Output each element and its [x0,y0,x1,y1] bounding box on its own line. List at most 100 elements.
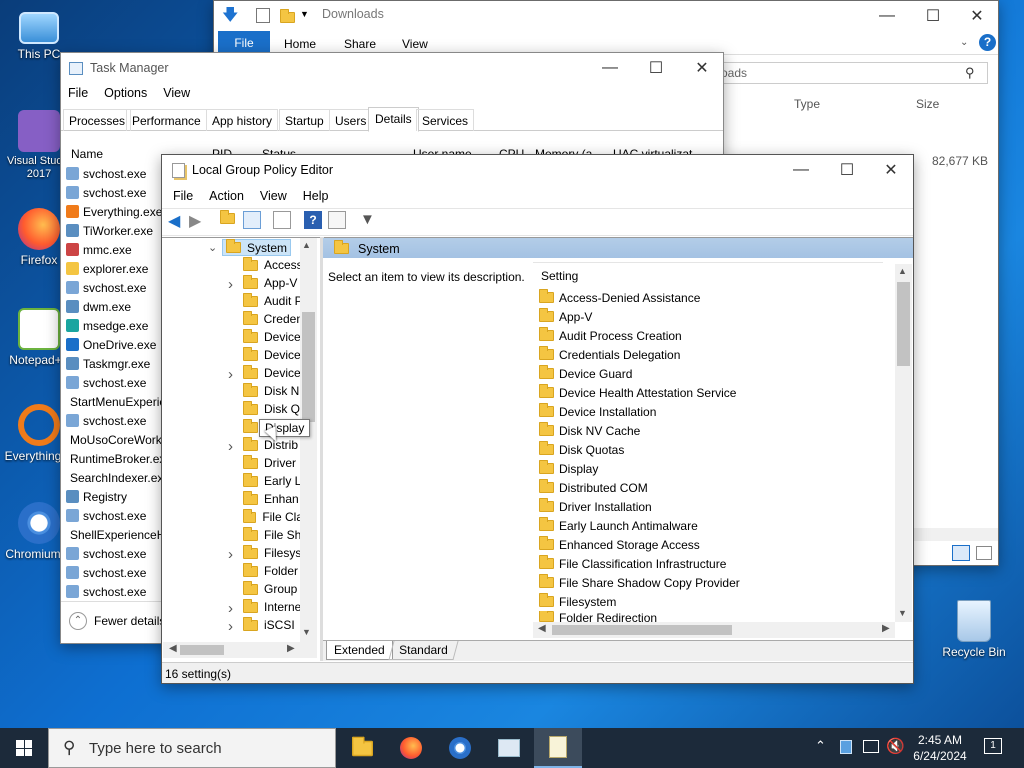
tree-item[interactable]: File Sh [243,526,303,544]
process-row[interactable]: RuntimeBroker.exe [66,449,166,468]
process-row[interactable]: svchost.exe [66,183,166,202]
expand-chevron-icon[interactable]: › [228,546,233,563]
tree-item[interactable]: Enhan [243,490,303,508]
process-row[interactable]: MoUsoCoreWorker.exe [66,430,166,449]
setting-row[interactable]: Folder Redirection [539,611,657,622]
properties-icon[interactable] [256,8,270,23]
explorer-minimize-button[interactable]: — [864,1,910,31]
tree-item[interactable]: Creden [243,310,303,328]
volume-muted-icon[interactable]: 🔇 [886,737,905,755]
setting-row[interactable]: Device Installation [539,402,656,421]
tree-item[interactable]: Folder [243,562,303,580]
back-icon[interactable]: ◀ [168,211,186,230]
gpe-menu-help[interactable]: Help [303,189,329,203]
process-row[interactable]: svchost.exe [66,278,166,297]
setting-row[interactable]: Display [539,459,598,478]
help-book-icon[interactable]: ? [304,211,322,229]
tab-app-history[interactable]: App history [206,109,279,131]
process-row[interactable]: svchost.exe [66,373,166,392]
setting-row[interactable]: Early Launch Antimalware [539,516,698,535]
tree-root-system[interactable]: System [222,239,292,256]
process-row[interactable]: explorer.exe [66,259,166,278]
column-header-size[interactable]: Size [916,97,939,111]
export-list-icon[interactable] [273,211,291,229]
process-row[interactable]: svchost.exe [66,582,166,601]
scroll-left-icon[interactable]: ◀ [169,643,177,654]
tree-item[interactable]: Disk Q [243,400,303,418]
setting-row[interactable]: Disk NV Cache [539,421,640,440]
setting-row[interactable]: Credentials Delegation [539,345,680,364]
taskbar-search-box[interactable]: ⚲ Type here to search [48,728,336,768]
qat-dropdown-icon[interactable]: ▼ [300,9,309,19]
setting-row[interactable]: Distributed COM [539,478,648,497]
scroll-up-icon[interactable]: ▲ [898,266,907,276]
process-row[interactable]: svchost.exe [66,506,166,525]
tree-item[interactable]: Filesys [243,544,303,562]
expanded-chevron-icon[interactable]: ⌄ [208,241,217,254]
taskbar-file-explorer[interactable] [338,728,386,768]
show-hide-tree-icon[interactable] [243,211,261,229]
tm-close-button[interactable]: ✕ [679,53,723,83]
tree-item[interactable]: Access [243,256,303,274]
tree-item[interactable]: Group [243,580,303,598]
expand-chevron-icon[interactable]: › [228,438,233,455]
process-row[interactable]: StartMenuExperienceHost.exe [66,392,166,411]
scroll-right-icon[interactable]: ▶ [287,643,295,654]
explorer-maximize-button[interactable]: ☐ [910,1,956,31]
quick-folder-icon[interactable] [280,9,295,24]
tab-processes[interactable]: Processes [63,109,132,131]
ribbon-expand-icon[interactable]: ⌄ [960,37,968,48]
tree-item[interactable]: App-V [243,274,303,292]
tree-item[interactable]: Device [243,364,303,382]
setting-row[interactable]: Access-Denied Assistance [539,288,700,307]
tree-vscrollbar[interactable] [300,238,317,642]
expand-chevron-icon[interactable]: › [228,276,233,293]
tab-users[interactable]: Users [329,109,373,131]
tree-scroll-thumb[interactable] [302,312,315,422]
desktop-icon-recycle-bin[interactable]: Recycle Bin [938,600,1010,659]
tab-standard[interactable]: Standard [388,641,459,660]
properties-view-icon[interactable] [328,211,346,229]
tab-extended[interactable]: Extended [326,641,393,660]
details-view-icon[interactable] [952,545,970,561]
taskbar-gpe[interactable] [534,728,582,768]
column-header-type[interactable]: Type [794,97,820,111]
large-icons-view-icon[interactable] [976,546,992,560]
scroll-right-icon[interactable]: ▶ [882,623,890,634]
ribbon-tab-view[interactable]: View [402,37,428,51]
tm-menu-view[interactable]: View [163,86,190,100]
tree-item[interactable]: Interne [243,598,303,616]
process-row[interactable]: ShellExperienceHost.exe [66,525,166,544]
explorer-search-input[interactable]: oads ⚲ [714,62,988,84]
process-row[interactable]: OneDrive.exe [66,335,166,354]
taskbar-clock[interactable]: 2:45 AM 6/24/2024 [906,732,974,764]
tree-item[interactable]: Device [243,346,303,364]
tm-menu-options[interactable]: Options [104,86,147,100]
tab-details[interactable]: Details [368,107,419,132]
show-hidden-icons-icon[interactable]: ⌃ [815,738,826,754]
tree-item[interactable]: iSCSI [243,616,303,634]
tree-item[interactable]: Audit P [243,292,303,310]
tree-item[interactable]: Driver [243,454,303,472]
gpe-menu-action[interactable]: Action [209,189,244,203]
expand-chevron-icon[interactable]: › [228,600,233,617]
taskbar-task-manager[interactable] [485,728,533,768]
explorer-hscrollbar[interactable] [914,528,998,541]
ribbon-tab-share[interactable]: Share [344,37,376,51]
process-row[interactable]: Taskmgr.exe [66,354,166,373]
tab-services[interactable]: Services [416,109,475,131]
process-row[interactable]: svchost.exe [66,563,166,582]
tree-item[interactable]: Device [243,328,303,346]
scroll-down-icon[interactable]: ▼ [898,608,907,618]
scroll-down-icon[interactable]: ▼ [302,627,311,637]
col-name[interactable]: Name [71,147,103,161]
setting-row[interactable]: File Share Shadow Copy Provider [539,573,740,592]
taskbar-firefox[interactable] [387,728,435,768]
action-center-icon[interactable]: 1 [984,738,1002,754]
tree-item[interactable]: Early L [243,472,303,490]
tree-item[interactable]: File Cla [243,508,303,526]
process-row[interactable]: dwm.exe [66,297,166,316]
process-row[interactable]: Registry [66,487,166,506]
tm-menu-file[interactable]: File [68,86,88,100]
fewer-details-link[interactable]: Fewer details [94,614,165,628]
